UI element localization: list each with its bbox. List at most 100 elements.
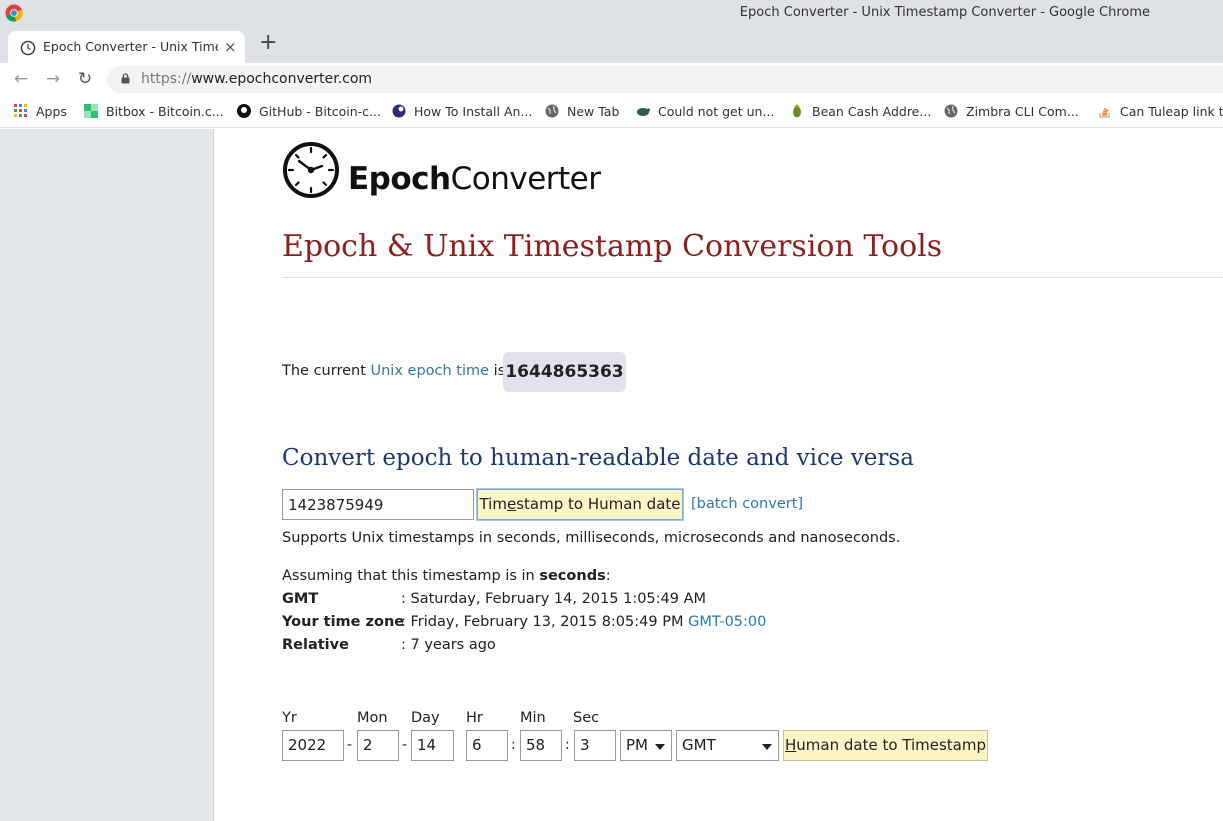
bookmark-label: New Tab — [567, 104, 620, 119]
result-key: Your time zone — [282, 614, 405, 630]
title-divider — [282, 277, 1223, 278]
forward-arrow-icon[interactable]: → — [41, 67, 65, 91]
bookmark-label: How To Install An... — [414, 104, 533, 119]
result-key: GMT — [282, 591, 319, 607]
month-input[interactable]: 2 — [357, 730, 399, 761]
reload-icon[interactable]: ↻ — [73, 67, 97, 91]
btn-accesskey: H — [784, 736, 797, 754]
assuming-suffix: : — [605, 568, 611, 584]
lock-icon — [121, 73, 130, 84]
new-tab-button[interactable]: + — [259, 31, 277, 55]
bookmark-zimbra[interactable]: Zimbra CLI Com... — [944, 104, 1079, 122]
site-icon — [392, 104, 406, 118]
bookmark-bitbox[interactable]: Bitbox - Bitcoin.c... — [84, 104, 224, 122]
ampm-value: PM — [626, 736, 648, 754]
url-text: https://www.epochconverter.com — [141, 71, 372, 87]
turtle-icon — [637, 108, 650, 116]
clock-favicon-icon — [20, 40, 36, 56]
url-scheme: https:// — [141, 71, 192, 87]
year-input[interactable]: 2022 — [282, 730, 344, 761]
result-value: : 7 years ago — [401, 637, 496, 653]
back-arrow-icon[interactable]: ← — [9, 67, 33, 91]
day-input[interactable]: 14 — [411, 730, 454, 761]
label-sec: Sec — [573, 710, 600, 726]
logo-word-converter: Converter — [450, 161, 601, 197]
label-hr: Hr — [466, 710, 483, 726]
tab-epoch-converter[interactable]: Epoch Converter - Unix Timestamp Convert… — [8, 31, 245, 63]
bookmark-label: GitHub - Bitcoin-c... — [259, 104, 381, 119]
current-epoch-text: The current Unix epoch time is — [282, 363, 505, 379]
bookmark-github[interactable]: GitHub - Bitcoin-c... — [237, 104, 381, 122]
browser-toolbar: ← → ↻ https://www.epochconverter.com — [0, 63, 1223, 96]
timestamp-to-human-button[interactable]: Timestamp to Human date — [477, 489, 683, 520]
label-day: Day — [411, 710, 440, 726]
supports-note: Supports Unix timestamps in seconds, mil… — [282, 530, 901, 546]
bookmark-label: Can Tuleap link t... — [1120, 104, 1223, 119]
assuming-prefix: Assuming that this timestamp is in — [282, 568, 540, 584]
minute-input[interactable]: 58 — [520, 730, 562, 761]
result-value-text: : Friday, February 13, 2015 8:05:49 PM — [401, 614, 689, 630]
btn-text-b: stamp to Human date — [516, 495, 681, 513]
bookmark-label: Bitbox - Bitcoin.c... — [106, 104, 224, 119]
bookmark-how-to-install[interactable]: How To Install An... — [392, 104, 532, 122]
bookmarks-bar: Apps Bitbox - Bitcoin.c... GitHub - Bitc… — [0, 96, 1223, 128]
clock-logo-icon — [283, 142, 339, 198]
bookmark-apps[interactable]: Apps — [14, 104, 67, 122]
chevron-down-icon — [762, 744, 772, 750]
bookmark-label: Could not get un... — [658, 104, 775, 119]
close-tab-icon[interactable]: × — [224, 38, 237, 56]
bookmark-label: Bean Cash Addre... — [812, 104, 932, 119]
date-separator: - — [402, 737, 408, 753]
globe-icon — [545, 104, 559, 118]
globe-icon — [944, 104, 958, 118]
ampm-select[interactable]: PM — [620, 730, 672, 761]
timezone-value: GMT — [682, 736, 716, 754]
hour-input[interactable]: 6 — [466, 730, 508, 761]
page-content: EpochConverter Epoch & Unix Timestamp Co… — [214, 129, 1223, 821]
bookmark-label: Zimbra CLI Com... — [966, 104, 1079, 119]
tab-title: Epoch Converter - Unix Timestamp Convert… — [43, 39, 218, 54]
human-to-timestamp-button[interactable]: Human date to Timestamp — [783, 730, 988, 761]
logo-word-epoch: Epoch — [348, 161, 451, 197]
assuming-line: Assuming that this timestamp is in secon… — [282, 568, 611, 584]
bookmark-bean-cash[interactable]: Bean Cash Addre... — [790, 104, 931, 122]
result-value: : Saturday, February 14, 2015 1:05:49 AM — [401, 591, 707, 607]
bitbox-icon — [84, 104, 98, 118]
timezone-offset-link[interactable]: GMT-05:00 — [688, 614, 766, 630]
window-titlebar: Epoch Converter - Unix Timestamp Convert… — [0, 0, 1223, 27]
timestamp-input[interactable] — [282, 489, 474, 520]
window-title: Epoch Converter - Unix Timestamp Convert… — [739, 5, 1150, 20]
bookmark-label: Apps — [36, 104, 67, 119]
bookmark-could-not-get[interactable]: Could not get un... — [636, 104, 774, 122]
bookmark-tuleap[interactable]: Can Tuleap link t... — [1098, 104, 1223, 122]
result-key: Relative — [282, 637, 349, 653]
result-value: : Friday, February 13, 2015 8:05:49 PM G… — [401, 614, 766, 630]
timezone-select[interactable]: GMT — [676, 730, 779, 761]
time-separator: : — [511, 737, 516, 753]
second-input[interactable]: 3 — [574, 730, 616, 761]
btn-text: uman date to Timestamp — [796, 736, 986, 754]
btn-accesskey: e — [506, 495, 517, 513]
address-bar[interactable]: https://www.epochconverter.com — [107, 66, 1223, 93]
assuming-unit: seconds — [539, 568, 606, 584]
page-left-gutter — [0, 129, 214, 821]
label-yr: Yr — [282, 710, 297, 726]
current-prefix: The current — [282, 363, 371, 379]
stackoverflow-icon — [1099, 107, 1110, 118]
convert-heading: Convert epoch to human-readable date and… — [282, 445, 914, 471]
page-title: Epoch & Unix Timestamp Conversion Tools — [282, 229, 943, 264]
github-icon — [237, 104, 251, 118]
tab-strip: Epoch Converter - Unix Timestamp Convert… — [0, 27, 1223, 63]
url-host: www.epochconverter.com — [191, 71, 373, 87]
logo-wordmark: EpochConverter — [348, 161, 601, 197]
batch-convert-link[interactable]: [batch convert] — [691, 496, 803, 512]
time-separator: : — [565, 737, 570, 753]
apps-grid-icon — [14, 104, 27, 117]
unix-epoch-time-link[interactable]: Unix epoch time — [371, 363, 490, 379]
bean-icon — [793, 104, 801, 118]
label-min: Min — [520, 710, 546, 726]
bookmark-new-tab[interactable]: New Tab — [545, 104, 619, 122]
date-separator: - — [347, 737, 353, 753]
current-epoch-value: 1644865363 — [503, 352, 626, 392]
label-mon: Mon — [357, 710, 388, 726]
